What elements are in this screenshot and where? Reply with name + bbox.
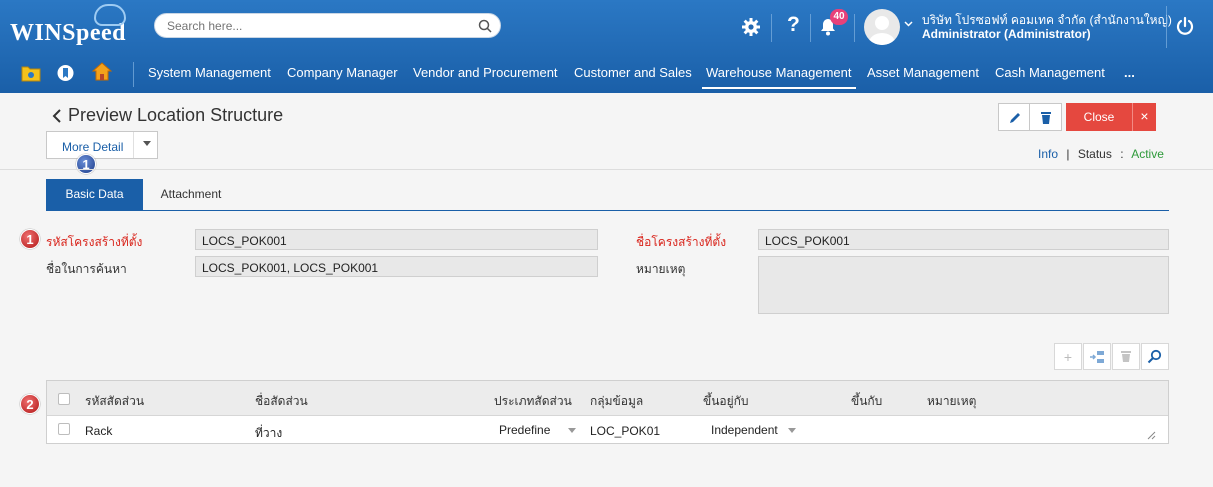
annotation-marker: 2: [20, 394, 40, 414]
status-colon: :: [1120, 147, 1124, 161]
info-separator: |: [1066, 147, 1070, 161]
cell-name[interactable]: ที่วาง: [255, 424, 282, 443]
page-title: Preview Location Structure: [68, 105, 284, 125]
delete-button[interactable]: [1029, 103, 1062, 131]
menu-company-manager[interactable]: Company Manager: [287, 65, 398, 80]
column-header[interactable]: ประเภทสัดส่วน: [494, 392, 572, 411]
insert-row-button[interactable]: [1083, 343, 1111, 370]
search-name-field[interactable]: LOCS_POK001, LOCS_POK001: [195, 256, 598, 277]
divider: [1166, 6, 1167, 48]
menu-more[interactable]: ...: [1124, 65, 1135, 80]
column-header[interactable]: หมายเหตุ: [927, 392, 976, 411]
row-checkbox[interactable]: [58, 423, 70, 435]
cell-group[interactable]: LOC_POK01: [590, 424, 660, 438]
main-content: Preview Location Structure More Detail 1…: [0, 93, 1213, 487]
add-row-button[interactable]: +: [1054, 343, 1082, 370]
edit-button[interactable]: [998, 103, 1031, 131]
insert-row-icon: [1090, 351, 1104, 363]
tab-basic-data[interactable]: Basic Data: [46, 179, 143, 210]
remark-field[interactable]: [758, 256, 1169, 314]
column-header[interactable]: กลุ่มข้อมูล: [590, 392, 643, 411]
search-icon[interactable]: [478, 19, 492, 33]
annotation-marker: 1: [76, 154, 96, 174]
close-icon[interactable]: ×: [1132, 103, 1156, 131]
divider: [133, 132, 134, 158]
menu-customer-sales[interactable]: Customer and Sales: [574, 65, 692, 80]
bookmark-icon[interactable]: [57, 64, 74, 82]
delete-row-button[interactable]: [1112, 343, 1140, 370]
main-menu: System Management Company Manager Vendor…: [0, 56, 1213, 93]
close-button[interactable]: Close: [1066, 103, 1132, 131]
name-field[interactable]: LOCS_POK001: [758, 229, 1169, 250]
magnifier-icon: [1147, 349, 1162, 364]
remark-label: หมายเหตุ: [636, 262, 686, 276]
structure-table: รหัสสัดส่วน ชื่อสัดส่วน ประเภทสัดส่วน กล…: [46, 380, 1169, 444]
folder-icon[interactable]: [21, 64, 41, 82]
pencil-icon: [1010, 113, 1020, 123]
menu-cash-management[interactable]: Cash Management: [995, 65, 1105, 80]
search-input[interactable]: [167, 19, 467, 33]
trash-icon: [1041, 112, 1051, 124]
trash-icon: [1121, 351, 1131, 362]
menu-vendor-procurement[interactable]: Vendor and Procurement: [413, 65, 558, 80]
tab-bar: Basic Data Attachment: [46, 179, 1169, 211]
code-label: รหัสโครงสร้างที่ตั้ง: [46, 235, 143, 249]
menu-warehouse-management[interactable]: Warehouse Management: [702, 65, 856, 89]
annotation-marker: 1: [20, 229, 40, 249]
help-icon[interactable]: ?: [787, 13, 800, 37]
column-header[interactable]: ขึ้นกับ: [851, 392, 882, 411]
column-header[interactable]: ขึ้นอยู่กับ: [703, 392, 749, 411]
more-detail-button[interactable]: More Detail: [46, 131, 158, 159]
divider: [854, 14, 855, 42]
back-icon[interactable]: [52, 109, 62, 123]
cell-code[interactable]: Rack: [85, 424, 112, 438]
tab-attachment[interactable]: Attachment: [143, 179, 239, 210]
caret-down-icon[interactable]: [788, 428, 796, 433]
home-icon[interactable]: [92, 62, 112, 81]
divider: [810, 14, 811, 42]
chevron-down-icon[interactable]: [904, 21, 913, 27]
table-header: รหัสสัดส่วน ชื่อสัดส่วน ประเภทสัดส่วน กล…: [47, 381, 1168, 416]
search-box[interactable]: [154, 13, 501, 38]
code-field[interactable]: LOCS_POK001: [195, 229, 598, 250]
column-header[interactable]: รหัสสัดส่วน: [85, 392, 144, 411]
search-row-button[interactable]: [1141, 343, 1169, 370]
gear-icon[interactable]: [741, 17, 761, 37]
status-value: Active: [1131, 147, 1164, 161]
status-label: Status: [1077, 147, 1112, 161]
more-detail-label: More Detail: [62, 140, 124, 154]
cell-type[interactable]: Predefine: [499, 423, 550, 437]
name-label: ชื่อโครงสร้างที่ตั้ง: [636, 235, 727, 249]
caret-down-icon[interactable]: [143, 141, 151, 146]
divider: [771, 14, 772, 42]
info-link[interactable]: Info: [1038, 147, 1058, 161]
column-header[interactable]: ชื่อสัดส่วน: [255, 392, 308, 411]
info-status: Info | Status : Active: [1038, 147, 1164, 161]
menu-asset-management[interactable]: Asset Management: [867, 65, 979, 80]
cloud-icon: [94, 4, 126, 26]
avatar[interactable]: [864, 9, 900, 45]
divider: [133, 62, 134, 87]
power-icon[interactable]: [1175, 16, 1195, 36]
search-name-label: ชื่อในการค้นหา: [46, 262, 127, 276]
select-all-checkbox[interactable]: [58, 393, 70, 405]
top-bar: WINSpeed ? 40 บริษัท โปรซอฟท์ คอมเทค จำก…: [0, 0, 1213, 93]
caret-down-icon[interactable]: [568, 428, 576, 433]
user-role: Administrator (Administrator): [922, 27, 1091, 41]
notification-badge[interactable]: 40: [830, 9, 848, 25]
plus-icon: +: [1063, 349, 1073, 365]
resize-handle-icon[interactable]: [1147, 431, 1156, 440]
menu-system-management[interactable]: System Management: [148, 65, 271, 80]
divider: [0, 169, 1213, 170]
cell-depends[interactable]: Independent: [711, 423, 778, 437]
